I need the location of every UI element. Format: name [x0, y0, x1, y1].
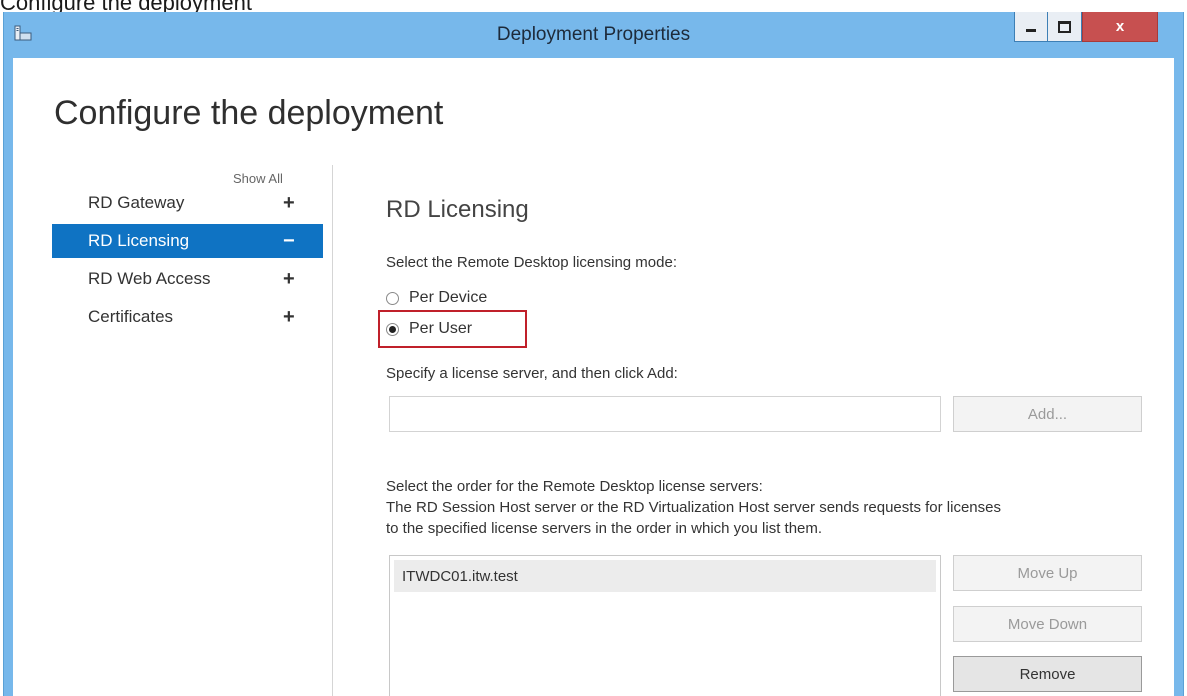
remove-button[interactable]: Remove — [953, 656, 1142, 692]
expand-icon: + — [283, 268, 295, 290]
section-title: RD Licensing — [386, 196, 529, 223]
sidebar-item-label: RD Gateway — [88, 193, 185, 212]
add-button[interactable]: Add... — [953, 396, 1142, 432]
sidebar-item-certificates[interactable]: Certificates + — [52, 300, 323, 334]
minimize-icon — [1026, 29, 1036, 32]
order-description-line-2: to the specified license servers in the … — [386, 520, 823, 537]
sidebar-item-label: Certificates — [88, 307, 174, 326]
sidebar-item-rd-licensing[interactable]: RD Licensing − — [52, 224, 323, 258]
radio-per-device[interactable]: Per Device — [386, 286, 487, 310]
sidebar-item-rd-gateway[interactable]: RD Gateway + — [52, 186, 323, 220]
window-title: Deployment Properties — [496, 24, 691, 45]
maximize-icon — [1058, 20, 1071, 33]
move-down-button[interactable]: Move Down — [953, 606, 1142, 642]
list-item[interactable]: ITWDC01.itw.test — [394, 560, 936, 592]
expand-icon: + — [283, 192, 295, 214]
license-server-prompt: Specify a license server, and then click… — [386, 365, 678, 382]
order-prompt: Select the order for the Remote Desktop … — [386, 478, 763, 495]
highlight-box — [378, 310, 527, 348]
radio-unchecked-icon — [386, 291, 399, 305]
sidebar-item-label: RD Web Access — [88, 269, 211, 288]
sidebar-item-rd-web-access[interactable]: RD Web Access + — [52, 262, 323, 296]
page-caption: Configure the deployment — [0, 0, 252, 15]
deployment-properties-window: Deployment Properties x Configure the de… — [3, 12, 1184, 696]
close-button[interactable]: x — [1082, 12, 1158, 42]
page-title: Configure the deployment — [54, 94, 444, 132]
collapse-icon: − — [283, 230, 295, 252]
licensing-mode-prompt: Select the Remote Desktop licensing mode… — [386, 254, 677, 271]
sidebar-item-label: RD Licensing — [88, 231, 190, 250]
expand-icon: + — [283, 306, 295, 328]
license-server-list[interactable]: ITWDC01.itw.test — [389, 555, 941, 696]
maximize-button[interactable] — [1048, 12, 1082, 42]
move-up-button[interactable]: Move Up — [953, 555, 1142, 591]
show-all-link[interactable]: Show All — [233, 171, 283, 186]
order-description-line-1: The RD Session Host server or the RD Vir… — [386, 499, 1001, 516]
section-divider — [332, 165, 333, 696]
license-server-input[interactable] — [389, 396, 941, 432]
title-bar[interactable]: Deployment Properties x — [4, 12, 1183, 58]
minimize-button[interactable] — [1014, 12, 1048, 42]
close-icon: x — [1115, 18, 1125, 35]
radio-label: Per Device — [409, 289, 488, 306]
window-content: Configure the deployment Show All RD Gat… — [13, 58, 1174, 696]
